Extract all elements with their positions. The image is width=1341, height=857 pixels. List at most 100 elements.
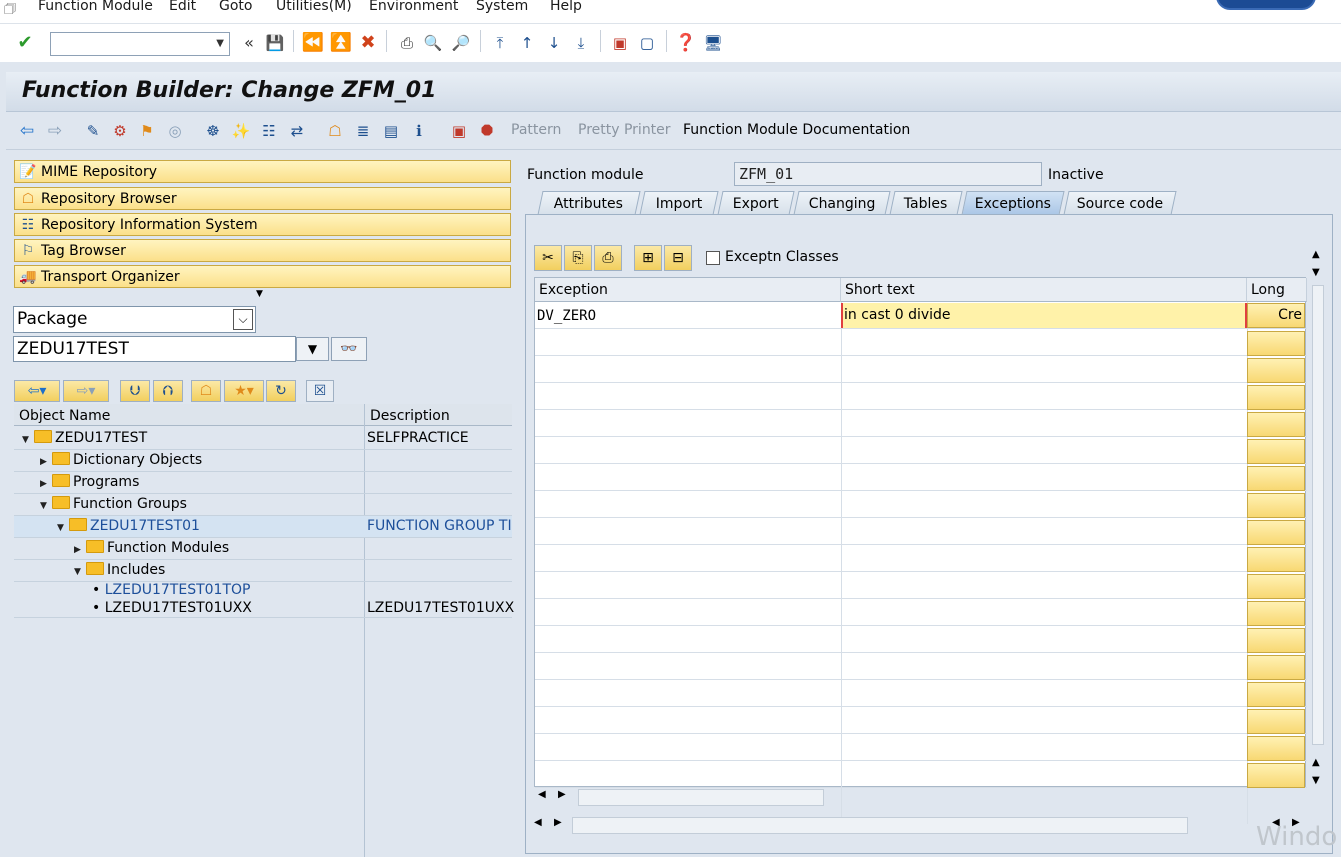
check-icon[interactable]: ⚙: [109, 120, 131, 142]
caret-right-icon[interactable]: ▶: [40, 479, 52, 489]
help-icon[interactable]: ❓: [675, 32, 697, 54]
layout-icon[interactable]: ▤: [380, 120, 402, 142]
long-text-button[interactable]: [1247, 682, 1305, 707]
forward-arrow-icon[interactable]: ⇨: [44, 120, 66, 142]
chevron-down-icon[interactable]: ⌵: [233, 309, 253, 330]
long-text-button[interactable]: [1247, 412, 1305, 437]
last-page-icon[interactable]: ⤓: [570, 32, 592, 54]
menu-edit[interactable]: Edit: [169, 0, 196, 14]
insert-row-icon[interactable]: ⊞: [634, 245, 662, 271]
tree-row[interactable]: ▼ ZEDU17TEST01 FUNCTION GROUP TI: [14, 516, 512, 538]
scroll-thumb[interactable]: [1312, 285, 1324, 745]
cut-icon[interactable]: ✂: [534, 245, 562, 271]
enter-icon[interactable]: ✔: [14, 32, 36, 54]
long-text-button[interactable]: [1247, 358, 1305, 383]
mime-repository-button[interactable]: 📝 MIME Repository: [14, 160, 511, 183]
hierarchy-icon[interactable]: ☷: [258, 120, 280, 142]
scroll-down-icon[interactable]: ▼: [1312, 267, 1320, 278]
long-text-button[interactable]: [1247, 736, 1305, 761]
caret-right-icon[interactable]: ▶: [74, 545, 86, 555]
tree-row[interactable]: ▼ ZEDU17TEST SELFPRACTICE: [14, 428, 512, 450]
paste-icon[interactable]: ⎙: [594, 245, 622, 271]
short-text-header[interactable]: Short text: [841, 278, 1247, 302]
find-icon[interactable]: 🔍: [422, 32, 444, 54]
menu-system[interactable]: System: [476, 0, 528, 14]
scroll-down-icon[interactable]: ▼: [1312, 775, 1320, 786]
menu-environment[interactable]: Environment: [369, 0, 458, 14]
pretty-printer-button[interactable]: Pretty Printer: [578, 122, 671, 138]
print-icon[interactable]: ⎙: [396, 32, 418, 54]
long-text-button[interactable]: [1247, 385, 1305, 410]
back-arrow-icon[interactable]: ⇦: [16, 120, 38, 142]
command-field[interactable]: ▼: [50, 32, 230, 56]
caret-down-icon[interactable]: ▼: [74, 567, 86, 577]
glasses-icon[interactable]: 👓: [331, 337, 367, 361]
menu-function-module[interactable]: Function Module: [38, 0, 153, 14]
close-icon[interactable]: ☒: [306, 380, 334, 402]
long-text-header[interactable]: Long txt: [1247, 278, 1307, 322]
long-text-button[interactable]: [1247, 709, 1305, 734]
caret-down-icon[interactable]: ▼: [40, 501, 52, 511]
shortcut-icon[interactable]: ▢: [636, 32, 658, 54]
tab-exceptions[interactable]: Exceptions: [961, 191, 1065, 215]
menu-icon[interactable]: 🗇: [4, 0, 16, 22]
long-text-button[interactable]: [1247, 628, 1305, 653]
find-next-icon[interactable]: 🔎: [450, 32, 472, 54]
scroll-up-icon[interactable]: ▲: [1312, 249, 1320, 260]
scroll-left-icon[interactable]: ◀: [538, 789, 546, 800]
long-text-button[interactable]: [1247, 763, 1305, 788]
long-text-button[interactable]: [1247, 439, 1305, 464]
tab-import[interactable]: Import: [639, 191, 719, 215]
back-icon[interactable]: ⏪: [302, 32, 324, 54]
caret-right-icon[interactable]: ▶: [40, 457, 52, 467]
caret-down-icon[interactable]: ▼: [22, 435, 34, 445]
tree-back-icon[interactable]: ⇦▾: [14, 380, 60, 402]
hierarchy-up-icon[interactable]: ☖: [191, 380, 221, 402]
vertical-scrollbar[interactable]: ▲ ▼ ▲ ▼: [1310, 245, 1326, 786]
delete-row-icon[interactable]: ⊟: [664, 245, 692, 271]
tab-changing[interactable]: Changing: [793, 191, 891, 215]
copy-icon[interactable]: ⎘: [564, 245, 592, 271]
cancel-icon[interactable]: ✖: [357, 32, 379, 54]
test-icon[interactable]: ◎: [164, 120, 186, 142]
long-text-button[interactable]: [1247, 331, 1305, 356]
tab-source-code[interactable]: Source code: [1063, 191, 1177, 215]
pattern-button[interactable]: Pattern: [511, 122, 561, 138]
tree-row[interactable]: ▼ Function Groups: [14, 494, 512, 516]
tree-row[interactable]: • LZEDU17TEST01UXX LZEDU17TEST01UXX: [14, 600, 514, 618]
repository-browser-button[interactable]: ☖ Repository Browser: [14, 187, 511, 210]
object-name-input[interactable]: ZEDU17TEST: [13, 336, 296, 362]
expand-down-icon[interactable]: ▼: [256, 289, 263, 299]
save-icon[interactable]: 💾: [264, 32, 286, 54]
next-page-icon[interactable]: ↓: [543, 32, 565, 54]
menu-help[interactable]: Help: [550, 0, 582, 14]
long-text-button[interactable]: [1247, 520, 1305, 545]
exit-icon[interactable]: ⏫: [330, 32, 352, 54]
activate-icon[interactable]: ⚑: [136, 120, 158, 142]
refresh-icon[interactable]: ↻: [266, 380, 296, 402]
tree-row[interactable]: ▼ Includes: [14, 560, 512, 582]
horizontal-scrollbar-outer[interactable]: ◀ ▶ ◀ ▶: [526, 817, 1332, 835]
fm-documentation-button[interactable]: Function Module Documentation: [683, 122, 910, 138]
caret-down-icon[interactable]: ▼: [57, 523, 69, 533]
tree-row[interactable]: ▶ Dictionary Objects: [14, 450, 512, 472]
transport-organizer-button[interactable]: 🚚 Transport Organizer: [14, 265, 511, 288]
menu-goto[interactable]: Goto: [219, 0, 252, 14]
short-text-cell[interactable]: in cast 0 divide: [841, 303, 1247, 328]
menu-utilities[interactable]: Utilities(M): [276, 0, 352, 14]
favorites-icon[interactable]: ★▾: [224, 380, 264, 402]
dropdown-button[interactable]: ▼: [296, 337, 329, 361]
long-text-button[interactable]: [1247, 493, 1305, 518]
tab-tables[interactable]: Tables: [889, 191, 963, 215]
horizontal-scrollbar[interactable]: ◀ ▶: [534, 789, 1306, 807]
tree-forward-icon[interactable]: ⇨▾: [63, 380, 109, 402]
tab-attributes[interactable]: Attributes: [537, 191, 641, 215]
expand-all-icon[interactable]: ⮋: [120, 380, 150, 402]
scroll-left-icon[interactable]: ◀: [534, 817, 542, 828]
long-text-button[interactable]: [1247, 574, 1305, 599]
object-name-header[interactable]: Object Name: [14, 404, 364, 426]
long-text-button[interactable]: [1247, 547, 1305, 572]
object-list-icon[interactable]: ☖: [324, 120, 346, 142]
transfer-icon[interactable]: ⇄: [286, 120, 308, 142]
repository-info-system-button[interactable]: ☷ Repository Information System: [14, 213, 511, 236]
